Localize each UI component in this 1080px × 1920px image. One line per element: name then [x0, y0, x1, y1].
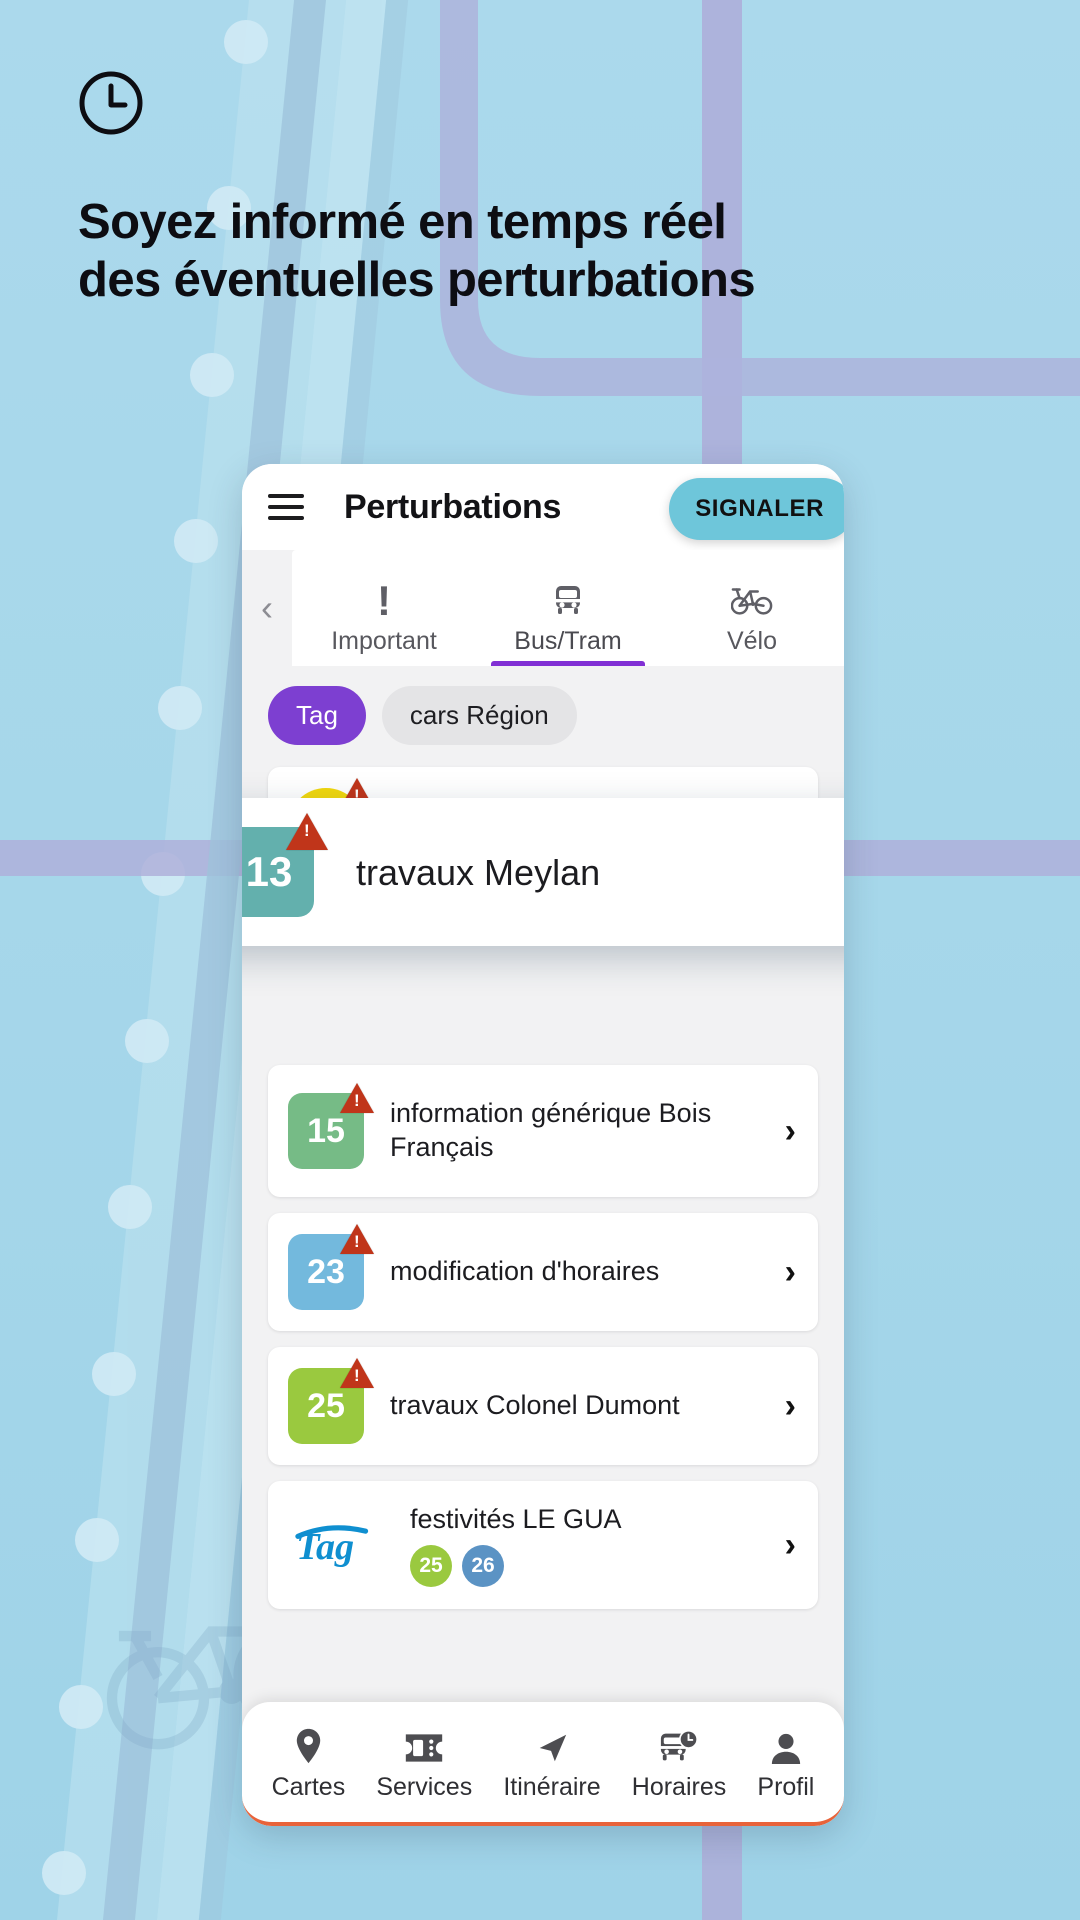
warning-triangle-icon: [340, 1358, 374, 1388]
disruption-title: festivités LE GUA: [410, 1503, 622, 1534]
filter-chip-tag[interactable]: Tag: [268, 686, 366, 745]
table-row[interactable]: 15 information générique Bois Français ›: [268, 1065, 818, 1197]
line-pill: 25: [410, 1544, 452, 1587]
report-button[interactable]: SIGNALER: [669, 478, 844, 540]
nav-item-itineraire[interactable]: Itinéraire: [503, 1723, 601, 1802]
chevron-left-icon[interactable]: ‹: [242, 550, 292, 666]
promo-header: Soyez informé en temps réel des éventuel…: [78, 70, 978, 310]
nav-item-horaires[interactable]: Horaires: [632, 1723, 726, 1802]
disruption-title: information générique Bois Français: [390, 1098, 712, 1162]
warning-triangle-icon: [340, 1083, 374, 1113]
chevron-right-icon[interactable]: ›: [773, 1253, 796, 1292]
line-badge-wrapper: 25: [288, 1358, 374, 1444]
map-pin-icon: [295, 1723, 322, 1765]
table-row[interactable]: Tag festivités LE GUA 25 26 ›: [268, 1481, 818, 1609]
tab-label: Vélo: [726, 627, 778, 655]
clock-icon: [78, 70, 144, 136]
network-row-body: festivités LE GUA 25 26: [398, 1504, 773, 1587]
line-badge-wrapper: 13: [242, 813, 328, 917]
chevron-right-icon[interactable]: ›: [773, 1112, 796, 1151]
disruption-title: travaux Colonel Dumont: [390, 1390, 680, 1421]
tab-velo[interactable]: Vélo: [660, 581, 844, 666]
app-bar-title: Perturbations: [344, 487, 562, 526]
filter-chip-cars-region[interactable]: cars Région: [381, 686, 577, 745]
tag-logo: Tag: [288, 1520, 398, 1570]
nav-item-services[interactable]: Services: [376, 1723, 472, 1802]
line-pill: 26: [462, 1544, 504, 1587]
nav-item-cartes[interactable]: Cartes: [271, 1723, 346, 1802]
chevron-right-icon[interactable]: ›: [773, 1526, 796, 1565]
table-row[interactable]: 23 modification d'horaires ›: [268, 1213, 818, 1331]
line-pill-group: 25 26: [410, 1544, 773, 1587]
page-title: Soyez informé en temps réel des éventuel…: [78, 195, 756, 307]
ticket-icon: [404, 1723, 444, 1765]
phone-mockup: Perturbations SIGNALER ‹ ! Important Bus…: [242, 464, 844, 1826]
nav-label: Profil: [757, 1772, 815, 1801]
navigation-arrow-icon: [535, 1723, 569, 1765]
chevron-right-icon[interactable]: ›: [773, 1387, 796, 1426]
nav-label: Services: [376, 1772, 473, 1801]
tab-bar: ‹ ! Important Bus/Tram Vélo: [242, 550, 844, 666]
line-badge-wrapper: 15: [288, 1083, 374, 1169]
nav-item-profil[interactable]: Profil: [757, 1723, 814, 1802]
highlighted-disruption-card[interactable]: 13 travaux Meylan ›: [242, 798, 844, 946]
line-badge-wrapper: 23: [288, 1224, 374, 1310]
warning-triangle-icon: [286, 813, 328, 850]
person-icon: [770, 1723, 802, 1765]
disruption-title: travaux Meylan: [356, 851, 601, 893]
exclamation-icon: !: [377, 576, 391, 624]
disruption-title: modification d'horaires: [390, 1256, 660, 1287]
nav-label: Cartes: [271, 1772, 346, 1801]
bottom-navigation: Cartes Services Itinéraire Horaires Prof…: [242, 1702, 844, 1826]
hamburger-menu-icon[interactable]: [268, 494, 304, 520]
bicycle-icon: [731, 581, 773, 621]
filter-chip-row: Tag cars Région: [242, 666, 844, 767]
table-row[interactable]: 25 travaux Colonel Dumont ›: [268, 1347, 818, 1465]
tab-label: Bus/Tram: [514, 627, 622, 655]
app-bar: Perturbations SIGNALER: [242, 464, 844, 550]
nav-label: Horaires: [631, 1772, 727, 1801]
bus-icon: [550, 581, 586, 621]
tab-important[interactable]: ! Important: [292, 576, 476, 666]
warning-triangle-icon: [340, 1224, 374, 1254]
bus-clock-icon: [659, 1723, 699, 1765]
tab-label: Important: [331, 627, 437, 655]
nav-label: Itinéraire: [503, 1772, 601, 1801]
tab-bus-tram[interactable]: Bus/Tram: [476, 581, 660, 666]
